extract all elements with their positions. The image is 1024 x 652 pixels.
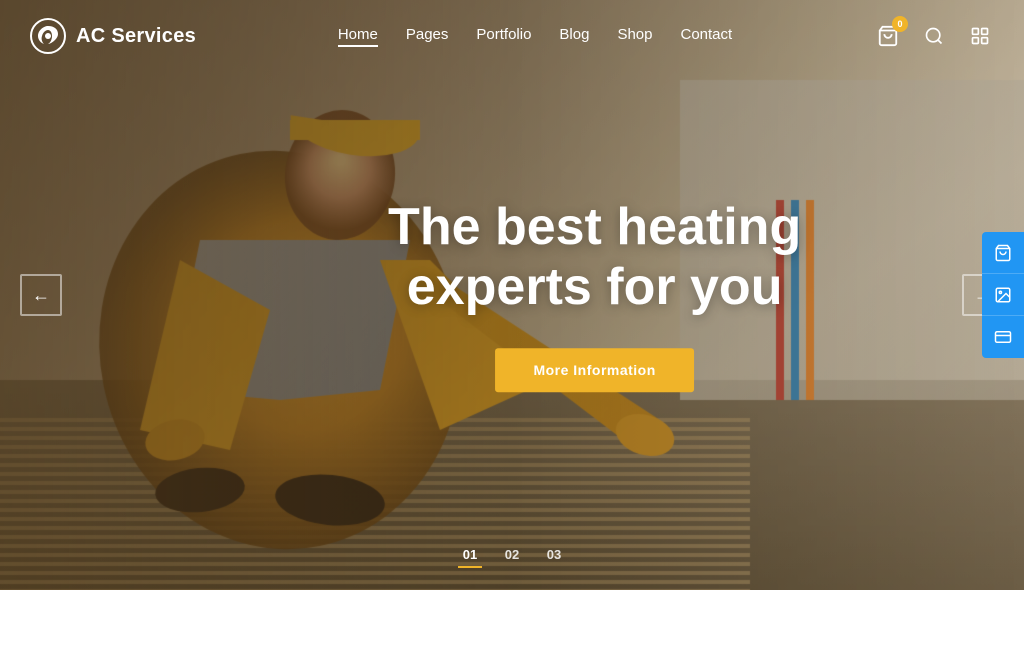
hero-title: The best heating experts for you <box>388 198 801 318</box>
cart-button[interactable]: 0 <box>874 22 902 50</box>
dot-number-3: 03 <box>547 547 561 562</box>
dot-line-3 <box>542 566 566 568</box>
logo-icon <box>30 18 66 54</box>
prev-arrow-icon: ← <box>32 285 50 306</box>
nav-portfolio[interactable]: Portfolio <box>476 26 531 47</box>
logo-area: AC Services <box>30 18 196 54</box>
hero-content: The best heating experts for you More In… <box>388 198 801 392</box>
search-icon <box>924 26 944 46</box>
hero-section: AC Services Home Pages Portfolio Blog Sh… <box>0 0 1024 590</box>
side-cart-button[interactable] <box>982 232 1024 274</box>
main-nav: Home Pages Portfolio Blog Shop Contact <box>338 26 732 47</box>
grid-menu-button[interactable] <box>966 22 994 50</box>
hero-title-line2: experts for you <box>407 258 783 316</box>
side-card-button[interactable] <box>982 316 1024 358</box>
dot-number-1: 01 <box>463 547 477 562</box>
nav-blog[interactable]: Blog <box>559 26 589 47</box>
nav-home[interactable]: Home <box>338 26 378 47</box>
dot-number-2: 02 <box>505 547 519 562</box>
nav-shop[interactable]: Shop <box>617 26 652 47</box>
nav-pages[interactable]: Pages <box>406 26 449 47</box>
search-button[interactable] <box>920 22 948 50</box>
header-icons: 0 <box>874 22 994 50</box>
slide-dot-3[interactable]: 03 <box>542 547 566 568</box>
site-header: AC Services Home Pages Portfolio Blog Sh… <box>0 0 1024 72</box>
slider-dots: 01 02 03 <box>458 547 566 568</box>
side-action-panel <box>982 232 1024 358</box>
dot-line-2 <box>500 566 524 568</box>
side-gallery-button[interactable] <box>982 274 1024 316</box>
nav-contact[interactable]: Contact <box>681 26 733 47</box>
page-wrapper: AC Services Home Pages Portfolio Blog Sh… <box>0 0 1024 652</box>
hero-cta-button[interactable]: More Information <box>495 348 693 392</box>
side-card-icon <box>994 328 1012 346</box>
brand-name: AC Services <box>76 25 196 48</box>
side-cart-icon <box>994 244 1012 262</box>
dot-line-1 <box>458 566 482 568</box>
side-image-icon <box>994 286 1012 304</box>
cart-badge: 0 <box>892 16 908 32</box>
footer-area <box>0 590 1024 652</box>
hero-title-line1: The best heating <box>388 198 801 256</box>
slide-dot-1[interactable]: 01 <box>458 547 482 568</box>
grid-icon <box>970 26 990 46</box>
slide-dot-2[interactable]: 02 <box>500 547 524 568</box>
slider-prev-button[interactable]: ← <box>20 274 62 316</box>
